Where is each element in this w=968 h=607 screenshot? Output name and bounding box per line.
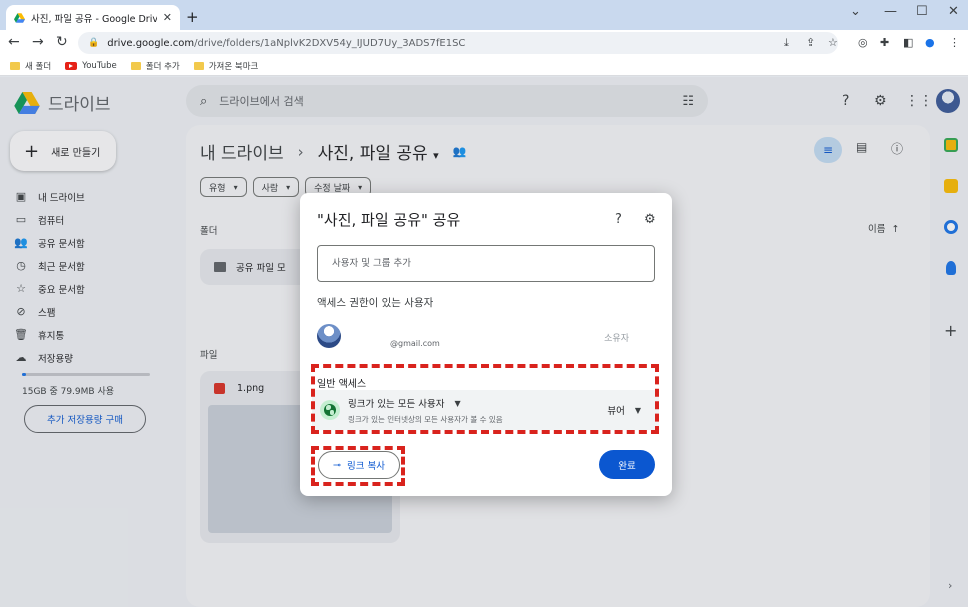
folder-icon [130,61,141,70]
minimize-icon[interactable]: — [884,4,897,19]
caret-down-icon: ▼ [454,398,461,408]
share-page-icon[interactable]: ⇪ [806,36,815,49]
bookmark-item[interactable]: YouTube [65,61,117,71]
user-email: @gmail.com [390,339,440,348]
bookmark-star-icon[interactable]: ☆ [828,36,838,49]
reload-icon[interactable]: ↻ [56,34,68,50]
globe-icon [320,400,340,420]
done-button[interactable]: 완료 [599,450,655,479]
menu-icon[interactable]: ⋮ [949,36,960,49]
link-icon: ⊸ [333,459,341,471]
address-bar[interactable]: 🔒 drive.google.com/drive/folders/1aNplvK… [78,32,838,54]
user-avatar [317,324,341,348]
screenshot-icon[interactable]: ◎ [858,36,868,49]
copy-link-button[interactable]: ⊸ 링크 복사 [318,451,400,479]
bookmark-item[interactable]: 폴더 추가 [130,60,180,72]
folder-icon [10,61,20,70]
tab-strip: 사진, 파일 공유 - Google Drive ✕ + ⌄ — ☐ ✕ [0,0,968,30]
general-access-label: 일반 액세스 [317,379,367,390]
profile-icon[interactable]: ● [925,36,935,49]
settings-icon[interactable]: ⚙ [644,212,656,227]
lock-icon: 🔒 [88,38,100,48]
link-role-dropdown[interactable]: 뷰어 ▼ [607,403,641,418]
install-app-icon[interactable]: ⤓ [784,36,789,50]
dialog-title: "사진, 파일 공유" 공유 [317,211,461,229]
back-icon[interactable]: ← [8,34,20,50]
youtube-icon [65,61,78,70]
browser-tab[interactable]: 사진, 파일 공유 - Google Drive ✕ [6,5,180,30]
caret-down-icon: ▼ [634,405,641,415]
bookmarks-bar: 새 폴더 YouTube 폴더 추가 가져온 북마크 [0,56,968,76]
people-with-access-header: 액세스 권한이 있는 사용자 [317,297,434,309]
side-panel-icon[interactable]: ◧ [903,36,913,49]
tab-title: 사진, 파일 공유 - Google Drive [31,13,157,25]
drive-favicon-icon [14,12,25,23]
bookmark-item[interactable]: 새 폴더 [10,60,51,72]
access-user-row: @gmail.com 소유자 [317,321,655,353]
help-icon[interactable]: ? [615,212,622,227]
close-tab-icon[interactable]: ✕ [163,11,172,24]
browser-toolbar: ← → ↻ 🔒 drive.google.com/drive/folders/1… [0,30,968,56]
maximize-icon[interactable]: ☐ [916,4,928,19]
extensions-icon[interactable]: ✚ [880,36,889,49]
bookmark-item[interactable]: 가져온 북마크 [193,60,258,72]
close-window-icon[interactable]: ✕ [948,4,959,19]
link-access-description: 링크가 있는 인터넷상의 모든 사용자가 볼 수 있음 [348,415,503,424]
folder-icon [193,61,204,70]
share-dialog: "사진, 파일 공유" 공유 ? ⚙ 액세스 권한이 있는 사용자 @gmail… [300,193,672,496]
tab-search-icon[interactable]: ⌄ [850,4,861,19]
owner-role: 소유자 [604,334,629,344]
general-access-row: 링크가 있는 모든 사용자 ▼ 링크가 있는 인터넷상의 모든 사용자가 볼 수… [312,390,659,430]
add-people-input[interactable] [317,245,655,282]
url-text: drive.google.com/drive/folders/1aNplvK2D… [107,37,466,49]
forward-icon[interactable]: → [32,34,44,50]
link-access-dropdown[interactable]: 링크가 있는 모든 사용자 ▼ [348,396,461,411]
new-tab-button[interactable]: + [186,8,199,26]
